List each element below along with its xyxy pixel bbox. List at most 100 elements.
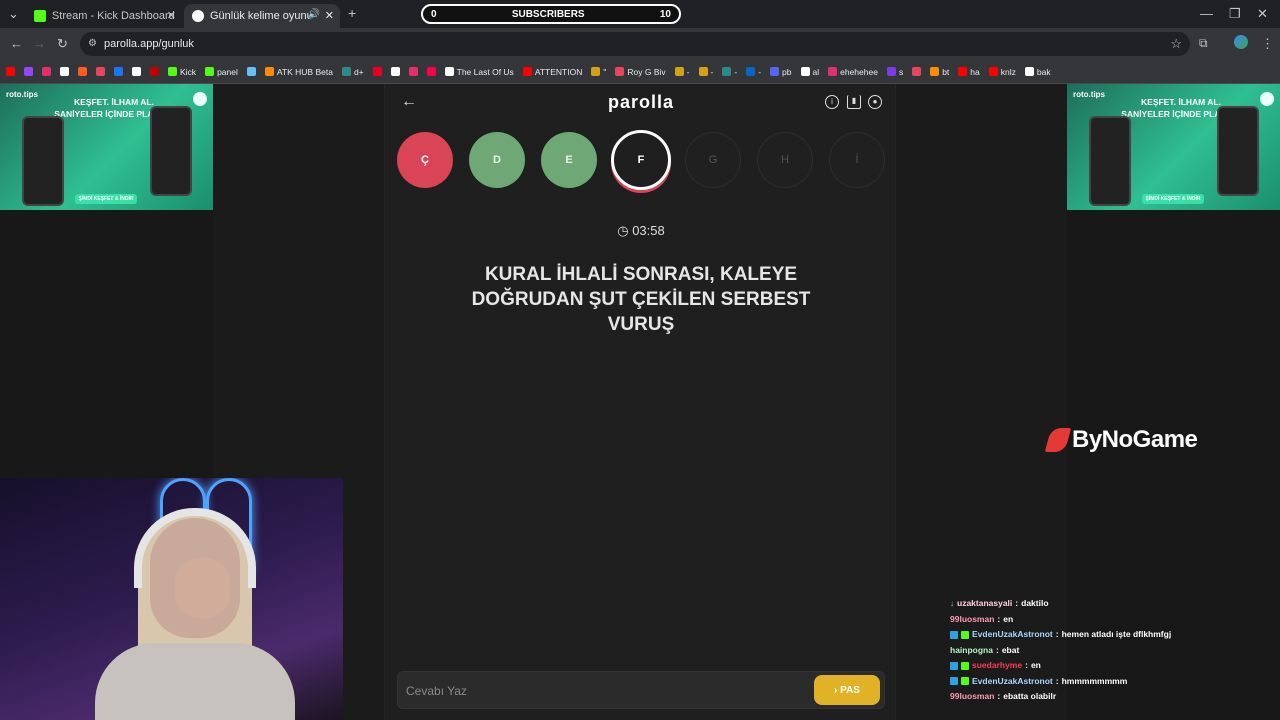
- tab-parolla[interactable]: Günlük kelime oyunu - par 🔊 ✕: [184, 4, 340, 28]
- ad-toggle-icon: [193, 92, 207, 106]
- bookmark-item[interactable]: -: [698, 67, 713, 77]
- bookmark-item[interactable]: s: [886, 67, 903, 77]
- bookmark-item[interactable]: [132, 67, 141, 76]
- ad-cta: ŞİMDİ KEŞFET & İNDİR: [75, 194, 137, 204]
- bookmark-item[interactable]: [912, 67, 922, 76]
- subscriber-goal-bar: 0 SUBSCRIBERS 10: [421, 4, 681, 24]
- bookmark-label: bak: [1036, 66, 1051, 77]
- bookmark-item[interactable]: [426, 67, 436, 76]
- parolla-favicon-icon: [192, 10, 204, 22]
- question-text: KURAL İHLALİ SONRASI, KALEYE DOĞRUDAN ŞU…: [471, 264, 811, 335]
- pass-button[interactable]: › PAS: [814, 675, 880, 705]
- bookmark-item[interactable]: [372, 67, 382, 76]
- close-tab-icon[interactable]: ✕: [325, 9, 334, 22]
- browser-tab-strip: ⌄ Stream - Kick Dashboard ✕ Günlük kelim…: [0, 0, 1280, 28]
- phone-image: [1217, 106, 1259, 196]
- stats-icon[interactable]: ▮: [847, 95, 861, 109]
- bookmark-item[interactable]: [150, 67, 159, 76]
- bookmark-item[interactable]: bak: [1024, 66, 1051, 77]
- chat-username: hainpogna: [950, 644, 993, 655]
- bookmark-item[interactable]: [246, 67, 256, 76]
- chat-text: ebat: [1001, 644, 1020, 655]
- bookmark-item[interactable]: [6, 67, 15, 76]
- bookmark-item[interactable]: [60, 67, 69, 76]
- reload-icon[interactable]: ↻: [57, 36, 68, 52]
- bookmark-item[interactable]: [390, 67, 400, 76]
- ad-banner-right[interactable]: roto.tips KEŞFET. İLHAM AL. SANİYELER İÇ…: [1067, 84, 1280, 210]
- tab-search-icon[interactable]: ⌄: [8, 6, 19, 22]
- chat-username: 99luosman: [950, 691, 995, 701]
- bookmark-item[interactable]: ": [591, 67, 606, 77]
- bookmark-item[interactable]: [96, 67, 105, 76]
- bookmark-item[interactable]: -: [722, 67, 737, 77]
- bookmark-item[interactable]: The Last Of Us: [444, 67, 514, 77]
- bookmark-item[interactable]: -: [674, 67, 690, 77]
- bookmark-item[interactable]: knlz: [988, 67, 1016, 77]
- chat-message: suedarhyme: en: [950, 658, 1280, 674]
- bookmark-item[interactable]: Roy G Biv: [615, 67, 666, 77]
- bookmark-favicon-icon: [912, 67, 922, 76]
- bookmark-label: ": [603, 66, 607, 77]
- address-bar[interactable]: ⚙ parolla.app/gunluk ☆: [80, 32, 1190, 56]
- chat-badge-icon: [950, 677, 958, 686]
- info-icon[interactable]: i: [825, 95, 839, 109]
- bookmark-item[interactable]: panel: [205, 67, 238, 77]
- bookmark-item[interactable]: al: [800, 67, 819, 77]
- close-window-icon[interactable]: ✕: [1257, 6, 1268, 22]
- chat-username: 99luosman: [950, 613, 995, 624]
- minimize-icon[interactable]: —: [1200, 6, 1213, 21]
- maximize-icon[interactable]: ❐: [1229, 6, 1241, 22]
- bookmark-item[interactable]: [408, 67, 418, 76]
- bookmark-item[interactable]: ATK HUB Beta: [264, 66, 333, 77]
- bookmark-item[interactable]: ATTENTION: [522, 67, 582, 77]
- chat-message: 99luosman: ebatta olabilr: [950, 689, 1280, 705]
- bookmarks-bar: Kick panel ATK HUB Beta d+ The Last Of Us ATT…: [0, 60, 1280, 84]
- chat-text: ebatta olabilr: [1003, 691, 1057, 701]
- bookmark-label: ATK HUB Beta: [276, 66, 333, 77]
- bookmark-item[interactable]: Kick: [168, 67, 196, 77]
- bookmark-favicon-icon: [522, 67, 532, 76]
- arrow-down-icon: ↓: [950, 599, 954, 608]
- bookmark-item[interactable]: -: [746, 67, 761, 77]
- bookmark-favicon-icon: [1024, 67, 1034, 76]
- site-info-icon[interactable]: ⚙: [88, 32, 97, 56]
- kick-favicon-icon: [34, 10, 46, 22]
- bookmark-favicon-icon: [168, 67, 177, 76]
- bookmark-favicon-icon: [746, 67, 756, 76]
- tab-kick-dashboard[interactable]: Stream - Kick Dashboard ✕: [26, 4, 182, 28]
- bookmark-item[interactable]: ha: [958, 67, 980, 77]
- bookmark-item[interactable]: d+: [341, 67, 364, 77]
- phone-image: [22, 116, 64, 206]
- chat-message: ↓ uzaktanasyali: daktilo: [950, 596, 1280, 612]
- bookmark-item[interactable]: ehehehee: [828, 67, 878, 77]
- ad-banner-left[interactable]: roto.tips KEŞFET. İLHAM AL. SANİYELER İÇ…: [0, 84, 213, 210]
- clock-icon: ◷: [617, 223, 629, 238]
- menu-icon[interactable]: ⋮: [1261, 36, 1274, 52]
- bookmark-item[interactable]: [114, 67, 123, 76]
- bookmark-favicon-icon: [674, 67, 684, 76]
- bookmark-favicon-icon: [205, 67, 215, 76]
- bookmark-item[interactable]: bt: [930, 67, 949, 77]
- back-icon[interactable]: ←: [10, 36, 23, 51]
- chat-username: EvdenUzakAstronot: [972, 675, 1053, 686]
- chat-separator: :: [997, 691, 1001, 701]
- bookmark-favicon-icon: [341, 67, 351, 76]
- bookmark-favicon-icon: [6, 67, 15, 76]
- close-tab-icon[interactable]: ✕: [167, 9, 176, 22]
- forward-icon[interactable]: →: [33, 36, 46, 51]
- new-tab-icon[interactable]: +: [348, 5, 356, 21]
- profile-icon[interactable]: ●: [868, 95, 882, 109]
- speaker-icon[interactable]: 🔊: [308, 9, 320, 20]
- chat-text: en: [1030, 660, 1041, 670]
- bookmark-item[interactable]: [24, 67, 33, 76]
- bookmark-label: ehehehee: [840, 66, 878, 77]
- answer-input[interactable]: [406, 681, 786, 701]
- profile-avatar[interactable]: [1234, 35, 1248, 49]
- bookmark-star-icon[interactable]: ☆: [1170, 32, 1182, 56]
- bookmark-item[interactable]: [42, 67, 51, 76]
- extensions-icon[interactable]: ⧉: [1199, 36, 1208, 51]
- chat-overlay: ↓ uzaktanasyali: daktilo 99luosman: en EvdenU…: [950, 596, 1280, 705]
- bookmark-item[interactable]: [78, 67, 87, 76]
- bookmark-item[interactable]: pb: [770, 67, 792, 77]
- chat-badge-icon: [961, 630, 969, 639]
